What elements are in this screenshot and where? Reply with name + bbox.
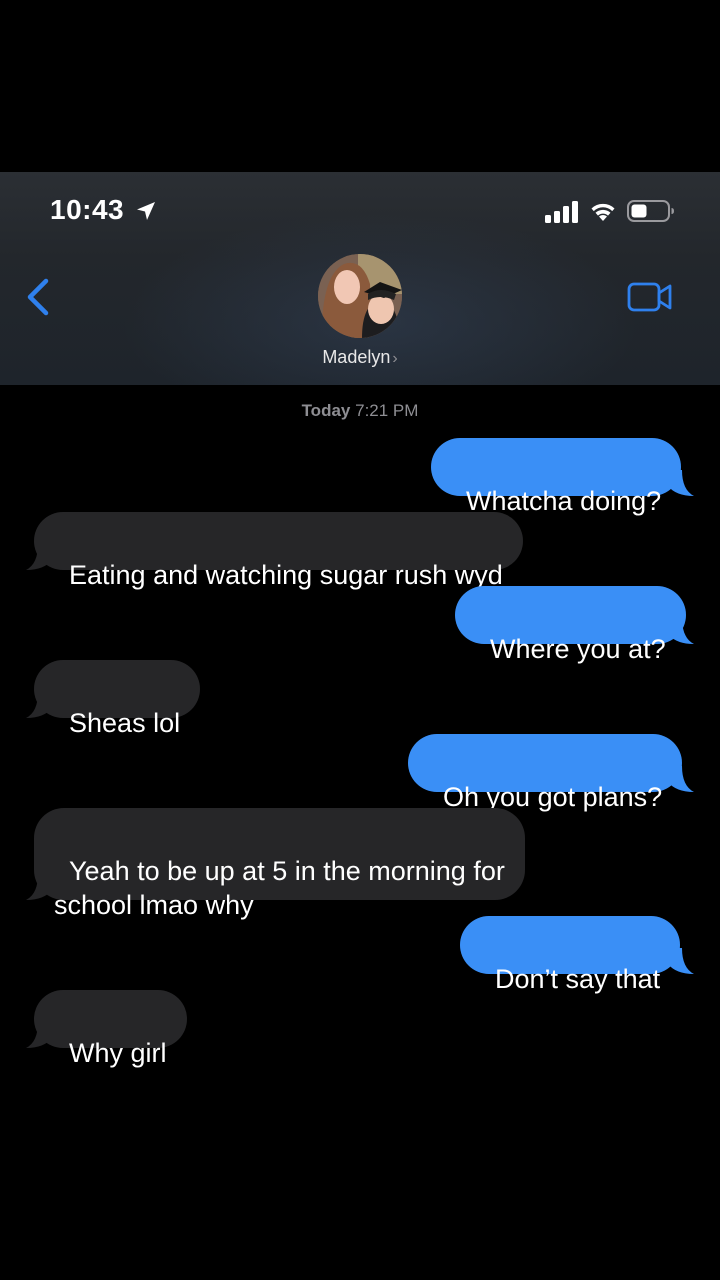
cellular-signal-icon — [545, 201, 578, 223]
status-time: 10:43 — [50, 194, 125, 225]
battery-icon — [627, 200, 674, 222]
message-text: Where you at? — [490, 634, 666, 664]
video-camera-icon[interactable] — [627, 282, 673, 312]
conversation-timestamp: Today 7:21 PM — [0, 401, 720, 421]
bubble-tail — [26, 544, 52, 570]
message-sent[interactable]: Don’t say that — [460, 916, 681, 994]
message-text: Sheas lol — [69, 708, 181, 738]
message-received[interactable]: Eating and watching sugar rush wyd — [34, 512, 523, 590]
message-received[interactable]: Yeah to be up at 5 in the morning for sc… — [34, 808, 525, 920]
contact-name-button[interactable]: Madelyn › — [0, 347, 720, 368]
message-text: Eating and watching sugar rush wyd — [69, 560, 503, 590]
message-text: Yeah to be up at 5 in the morning for sc… — [54, 856, 505, 920]
message-sent[interactable]: Oh you got plans? — [408, 734, 683, 812]
message-text: Don’t say that — [495, 964, 661, 994]
bubble-tail — [668, 766, 694, 792]
bubble-tail — [26, 692, 52, 718]
message-sent[interactable]: Whatcha doing? — [431, 438, 682, 516]
bubble-tail — [668, 948, 694, 974]
avatar-photo — [318, 254, 402, 338]
bubble-tail — [26, 1022, 52, 1048]
bubble-tail — [668, 618, 694, 644]
chevron-left-icon[interactable] — [24, 276, 54, 318]
bubble-tail — [26, 874, 52, 900]
location-arrow-icon — [137, 202, 155, 220]
top-black-area — [0, 0, 720, 172]
wifi-icon — [591, 203, 615, 221]
message-received[interactable]: Why girl — [34, 990, 187, 1068]
timestamp-day: Today — [301, 401, 351, 420]
timestamp-time: 7:21 PM — [355, 401, 419, 420]
message-received[interactable]: Sheas lol — [34, 660, 201, 738]
chevron-right-icon: › — [392, 350, 398, 367]
message-text: Why girl — [69, 1038, 167, 1068]
contact-name: Madelyn — [322, 347, 391, 367]
message-sent[interactable]: Where you at? — [455, 586, 686, 664]
avatar[interactable] — [318, 254, 402, 338]
bubble-tail — [668, 470, 694, 496]
